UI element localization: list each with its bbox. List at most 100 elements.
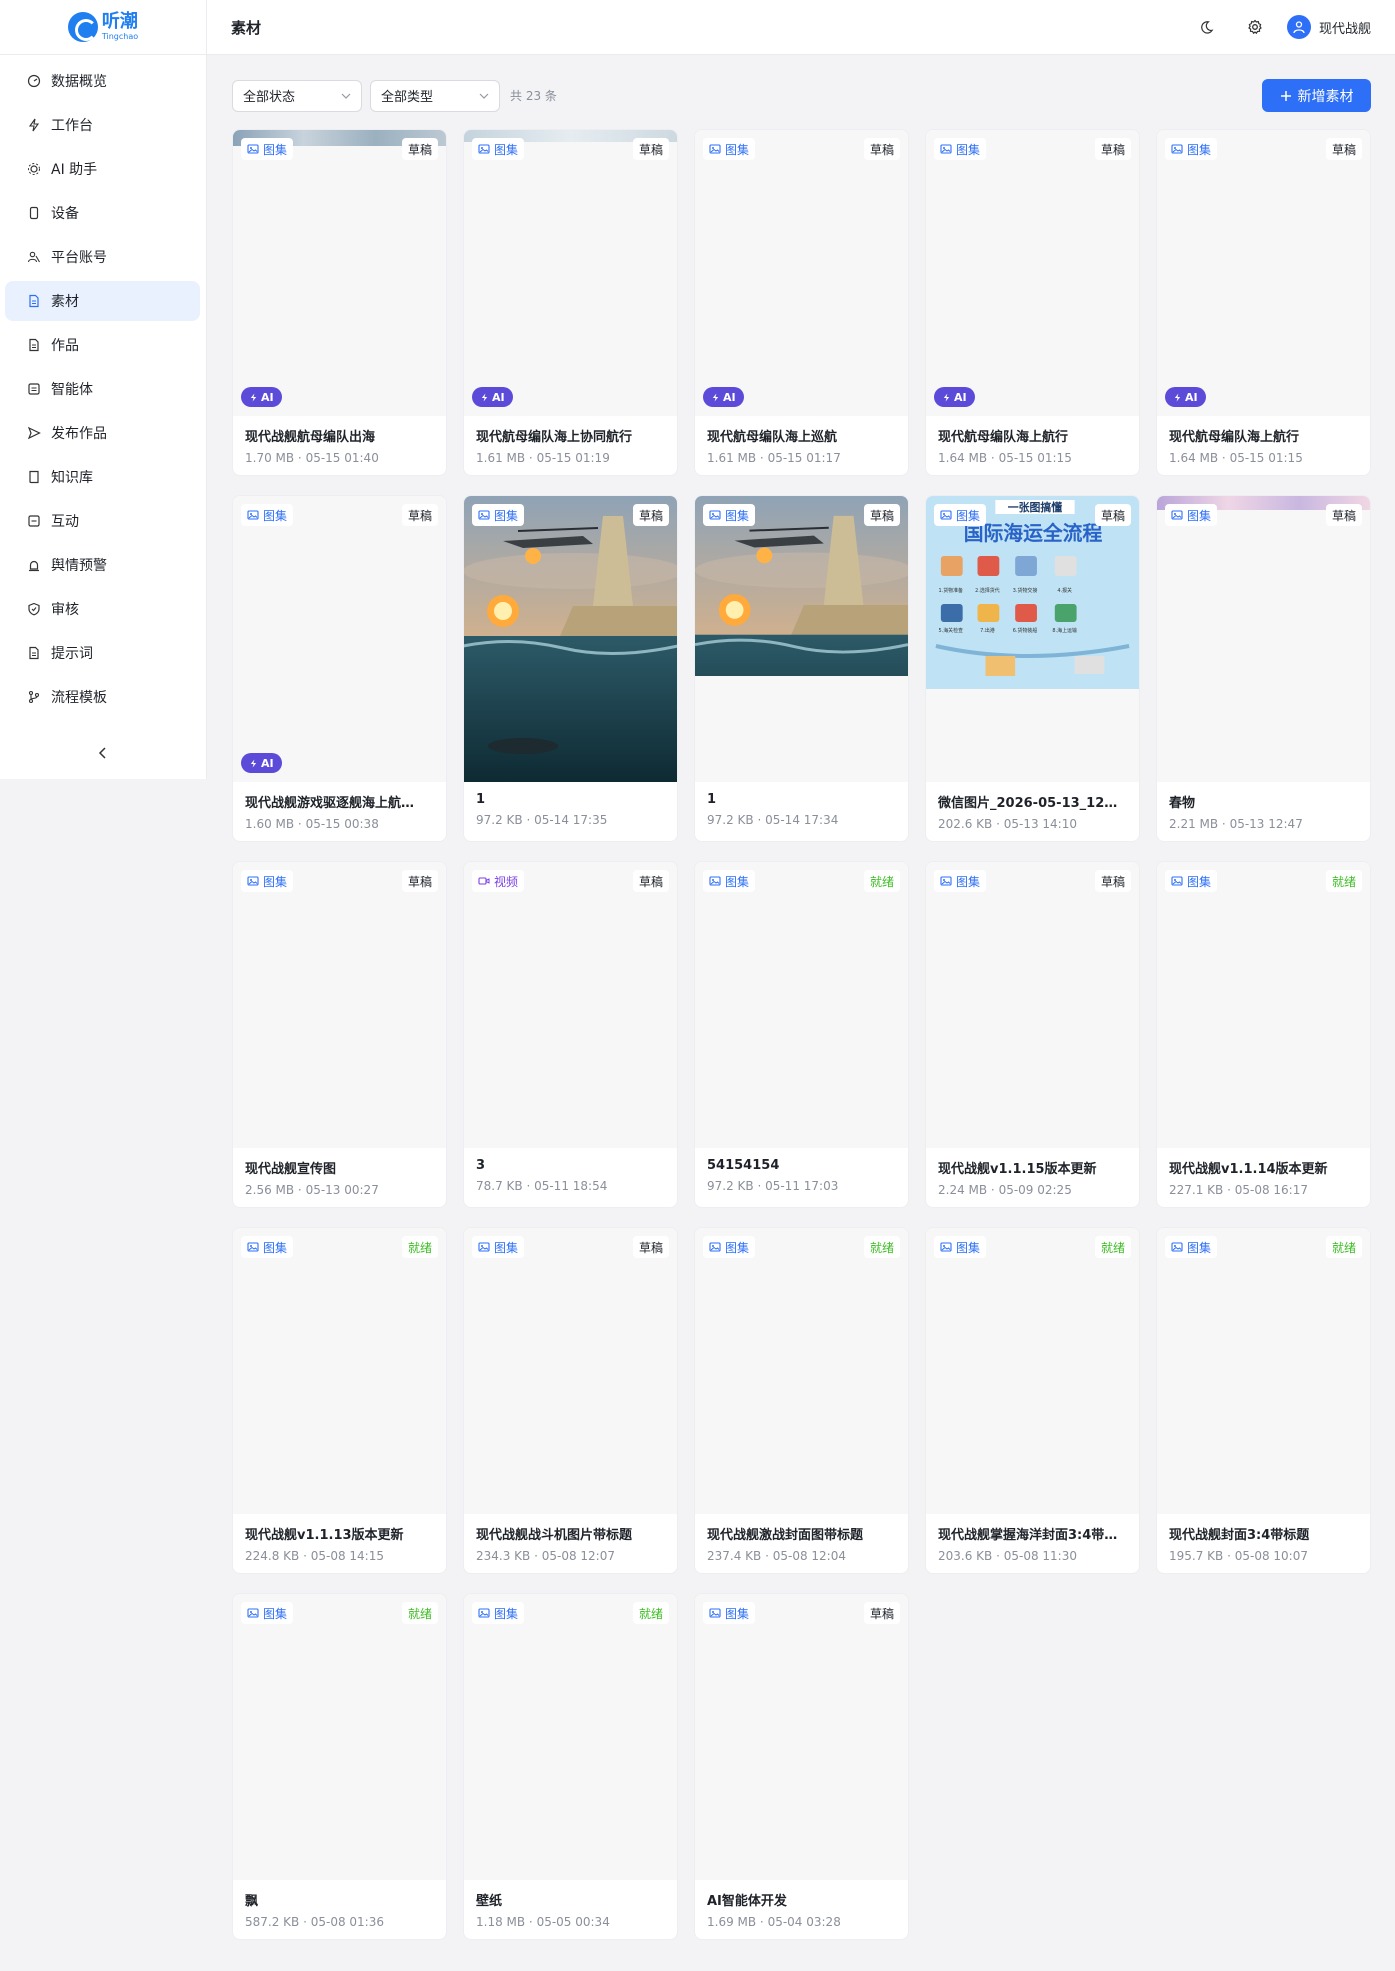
type-tag: 图集 [1165, 1236, 1218, 1258]
user-menu[interactable]: 现代战舰 [1286, 15, 1371, 39]
material-card[interactable]: 图集 就绪 现代战舰v1.1.13版本更新 224.8 KB · 05-08 1… [232, 1227, 447, 1574]
sidebar: 听潮 Tingchao 数据概览 工作台 AI 助手 设备 平台账号 素材 作品 智能体 发布作… [0, 0, 207, 779]
sidebar-item-6[interactable]: 作品 [5, 325, 200, 365]
card-thumbnail[interactable]: 图集 草稿 [926, 862, 1139, 1148]
material-card[interactable]: 图集 草稿 AI 现代战舰游戏驱逐舰海上航… 1.60 MB · 05-15 0… [232, 495, 447, 842]
sidebar-item-label: 舆情预警 [51, 558, 107, 574]
card-thumbnail[interactable]: 图集 草稿 AI [464, 130, 677, 416]
sidebar-item-7[interactable]: 智能体 [5, 369, 200, 409]
material-card[interactable]: 图集 草稿 AI 现代航母编队海上航行 1.64 MB · 05-15 01:1… [1156, 129, 1371, 476]
card-thumbnail[interactable]: 一张图搞懂 国际海运全流程 1.货物准备 2.选择货代 3.货物交接 4.报关 5.海关… [926, 496, 1139, 782]
image-icon [709, 1607, 721, 1619]
card-thumbnail[interactable]: 图集 草稿 [1157, 496, 1370, 782]
theme-toggle-button[interactable] [1195, 15, 1219, 39]
material-card[interactable]: 图集 就绪 飘 587.2 KB · 05-08 01:36 [232, 1593, 447, 1940]
card-thumbnail[interactable]: 图集 就绪 [695, 862, 908, 1148]
card-meta: 202.6 KB · 05-13 14:10 [938, 817, 1077, 831]
sidebar-nav: 数据概览 工作台 AI 助手 设备 平台账号 素材 作品 智能体 发布作品知识库互动舆情预警审核… [0, 55, 206, 717]
card-title: 现代战舰v1.1.14版本更新 [1169, 1162, 1328, 1177]
thumbnail-image [464, 496, 677, 782]
card-thumbnail[interactable]: 图集 草稿 AI [233, 496, 446, 782]
material-card[interactable]: 图集 草稿 AI 现代航母编队海上巡航 1.61 MB · 05-15 01:1… [694, 129, 909, 476]
card-thumbnail[interactable]: 图集 草稿 [695, 1594, 908, 1880]
type-tag: 图集 [703, 1236, 756, 1258]
type-filter-select[interactable]: 全部类型 [370, 79, 500, 112]
card-thumbnail[interactable]: 图集 就绪 [695, 1228, 908, 1514]
card-thumbnail[interactable]: 图集 草稿 [464, 1228, 677, 1514]
sidebar-item-11[interactable]: 舆情预警 [5, 545, 200, 585]
collapse-sidebar-button[interactable] [0, 738, 206, 768]
material-card[interactable]: 图集 就绪 现代战舰掌握海洋封面3:4带… 203.6 KB · 05-08 1… [925, 1227, 1140, 1574]
status-badge: 草稿 [401, 870, 438, 892]
material-card[interactable]: 图集 草稿 AI 现代航母编队海上航行 1.64 MB · 05-15 01:1… [925, 129, 1140, 476]
card-thumbnail[interactable]: 图集 草稿 [233, 862, 446, 1148]
type-tag: 图集 [241, 870, 294, 892]
settings-button[interactable] [1243, 15, 1267, 39]
sidebar-item-9[interactable]: 知识库 [5, 457, 200, 497]
material-card[interactable]: 图集 草稿 现代战舰v1.1.15版本更新 2.24 MB · 05-09 02… [925, 861, 1140, 1208]
logo[interactable]: 听潮 Tingchao [0, 0, 206, 55]
material-card[interactable]: 图集 就绪 壁纸 1.18 MB · 05-05 00:34 [463, 1593, 678, 1940]
card-thumbnail[interactable]: 图集 就绪 [233, 1594, 446, 1880]
image-icon [478, 509, 490, 521]
sidebar-item-13[interactable]: 提示词 [5, 633, 200, 673]
sidebar-item-10[interactable]: 互动 [5, 501, 200, 541]
sidebar-item-0[interactable]: 数据概览 [5, 61, 200, 101]
sidebar-item-8[interactable]: 发布作品 [5, 413, 200, 453]
card-meta: 587.2 KB · 05-08 01:36 [245, 1915, 384, 1929]
material-card[interactable]: 图集 就绪 54154154 97.2 KB · 05-11 17:03 [694, 861, 909, 1208]
card-thumbnail[interactable]: 图集 草稿 AI [926, 130, 1139, 416]
sidebar-item-label: 知识库 [51, 470, 93, 486]
type-tag-label: 图集 [725, 874, 750, 889]
material-card[interactable]: 图集 草稿 现代战舰宣传图 2.56 MB · 05-13 00:27 [232, 861, 447, 1208]
material-card[interactable]: 图集 草稿 AI 现代航母编队海上协同航行 1.61 MB · 05-15 01… [463, 129, 678, 476]
interaction-icon [27, 514, 41, 528]
material-card[interactable]: 图集 草稿 AI智能体开发 1.69 MB · 05-04 03:28 [694, 1593, 909, 1940]
card-thumbnail[interactable]: 图集 草稿 AI [233, 130, 446, 416]
material-card[interactable]: 图集 草稿 现代战舰战斗机图片带标题 234.3 KB · 05-08 12:0… [463, 1227, 678, 1574]
card-thumbnail[interactable]: 图集 草稿 [464, 496, 677, 782]
card-thumbnail[interactable]: 图集 草稿 AI [1157, 130, 1370, 416]
card-meta: 227.1 KB · 05-08 16:17 [1169, 1183, 1308, 1197]
device-icon [27, 206, 41, 220]
material-card[interactable]: 图集 草稿 1 97.2 KB · 05-14 17:34 [694, 495, 909, 842]
sidebar-item-1[interactable]: 工作台 [5, 105, 200, 145]
card-title: 1 [476, 792, 486, 807]
card-meta: 195.7 KB · 05-08 10:07 [1169, 1549, 1308, 1563]
card-thumbnail[interactable]: 图集 草稿 AI [695, 130, 908, 416]
card-thumbnail[interactable]: 图集 就绪 [464, 1594, 677, 1880]
card-thumbnail[interactable]: 图集 就绪 [926, 1228, 1139, 1514]
material-card[interactable]: 图集 草稿 1 97.2 KB · 05-14 17:35 [463, 495, 678, 842]
material-card[interactable]: 视频 草稿 3 78.7 KB · 05-11 18:54 [463, 861, 678, 1208]
type-tag: 图集 [703, 1602, 756, 1624]
ai-assistant-icon [27, 162, 41, 176]
card-thumbnail[interactable]: 图集 就绪 [1157, 1228, 1370, 1514]
chevron-down-icon [341, 93, 351, 99]
add-material-button[interactable]: 新增素材 [1262, 79, 1371, 112]
svg-text:6.货物装船: 6.货物装船 [1013, 627, 1038, 634]
shield-icon [27, 602, 41, 616]
card-thumbnail[interactable]: 图集 就绪 [233, 1228, 446, 1514]
material-card[interactable]: 一张图搞懂 国际海运全流程 1.货物准备 2.选择货代 3.货物交接 4.报关 5.海关… [925, 495, 1140, 842]
material-card[interactable]: 图集 就绪 现代战舰封面3:4带标题 195.7 KB · 05-08 10:0… [1156, 1227, 1371, 1574]
card-thumbnail[interactable]: 图集 草稿 [695, 496, 908, 782]
material-card[interactable]: 图集 就绪 现代战舰激战封面图带标题 237.4 KB · 05-08 12:0… [694, 1227, 909, 1574]
card-thumbnail[interactable]: 视频 草稿 [464, 862, 677, 1148]
sidebar-item-4[interactable]: 平台账号 [5, 237, 200, 277]
sidebar-item-2[interactable]: AI 助手 [5, 149, 200, 189]
status-filter-select[interactable]: 全部状态 [232, 79, 362, 112]
image-icon [709, 509, 721, 521]
type-tag-label: 图集 [494, 1240, 519, 1255]
sidebar-item-5[interactable]: 素材 [5, 281, 200, 321]
add-material-label: 新增素材 [1297, 88, 1354, 105]
sidebar-item-3[interactable]: 设备 [5, 193, 200, 233]
sidebar-item-12[interactable]: 审核 [5, 589, 200, 629]
material-card[interactable]: 图集 草稿 AI 现代战舰航母编队出海 1.70 MB · 05-15 01:4… [232, 129, 447, 476]
material-card[interactable]: 图集 草稿 春物 2.21 MB · 05-13 12:47 [1156, 495, 1371, 842]
card-thumbnail[interactable]: 图集 就绪 [1157, 862, 1370, 1148]
sidebar-item-14[interactable]: 流程模板 [5, 677, 200, 717]
type-tag: 图集 [1165, 138, 1218, 160]
material-card[interactable]: 图集 就绪 现代战舰v1.1.14版本更新 227.1 KB · 05-08 1… [1156, 861, 1371, 1208]
card-title: AI智能体开发 [707, 1894, 787, 1909]
card-meta: 237.4 KB · 05-08 12:04 [707, 1549, 846, 1563]
